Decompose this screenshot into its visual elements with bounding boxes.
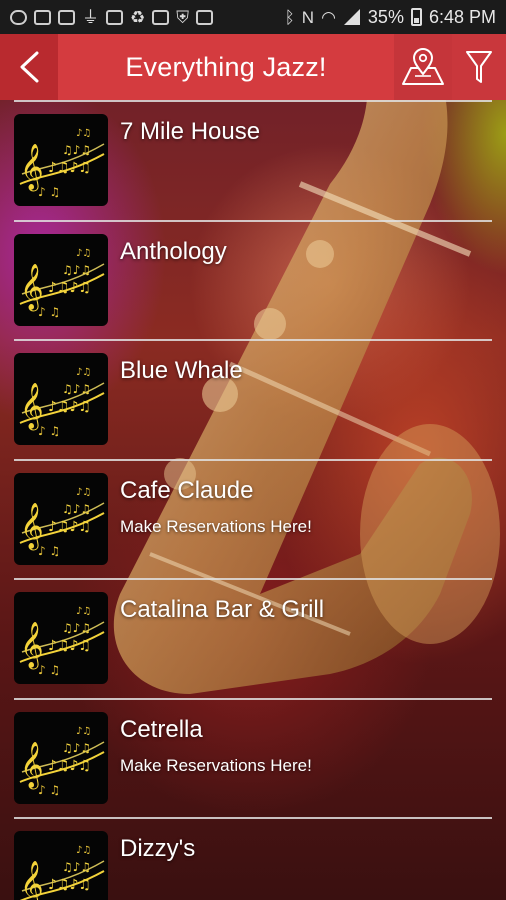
list-item[interactable]: 𝄞 ♪♫♪♫ ♫♪♫ ♪♫ ♪ ♫ 7 Mile House	[14, 100, 492, 220]
map-button[interactable]	[394, 34, 452, 100]
list-item[interactable]: 𝄞 ♪♫♪♫ ♫♪♫ ♪♫ ♪ ♫ Dizzy's	[14, 817, 492, 900]
nfc-icon: N	[301, 7, 315, 27]
svg-text:♪♫♪♫: ♪♫♪♫	[48, 877, 91, 893]
cast-icon	[58, 9, 75, 25]
svg-text:♪♫♪♫: ♪♫♪♫	[48, 519, 91, 535]
svg-text:♪♫♪♫: ♪♫♪♫	[48, 399, 91, 415]
venue-name: 7 Mile House	[120, 118, 261, 145]
venue-name: Catalina Bar & Grill	[120, 596, 325, 623]
bluetooth-icon: ᛒ	[284, 7, 295, 27]
wifi-icon: ◠	[321, 7, 336, 27]
svg-text:♫♪♫: ♫♪♫	[62, 502, 91, 516]
svg-text:♫♪♫: ♫♪♫	[62, 382, 91, 396]
list-item[interactable]: 𝄞 ♪♫♪♫ ♫♪♫ ♪♫ ♪ ♫ Blue Whale	[14, 339, 492, 459]
notification-icons: ⏚ ♻ ⛨	[10, 9, 213, 26]
usb-icon: ⏚	[82, 7, 99, 27]
signal-icon	[343, 9, 360, 25]
svg-text:♫♪♫: ♫♪♫	[62, 741, 91, 755]
music-notes-icon: 𝄞 ♪♫♪♫ ♫♪♫ ♪♫ ♪ ♫	[14, 114, 108, 206]
mail-icon	[152, 9, 170, 25]
music-notes-icon: 𝄞 ♪♫♪♫ ♫♪♫ ♪♫ ♪ ♫	[14, 711, 108, 804]
image-icon	[106, 9, 123, 25]
filter-icon	[466, 51, 492, 83]
venue-name: Cafe Claude	[120, 476, 254, 504]
page-title: Everything Jazz!	[125, 51, 327, 82]
music-notes-icon: 𝄞 ♪♫♪♫ ♫♪♫ ♪♫ ♪ ♫	[14, 233, 108, 326]
venue-name: Blue Whale	[120, 357, 243, 384]
svg-text:♪♫: ♪♫	[76, 367, 91, 378]
music-notes-icon: 𝄞 ♪♫♪♫ ♫♪♫ ♪♫ ♪ ♫	[14, 472, 108, 565]
svg-text:♪ ♫: ♪ ♫	[38, 305, 60, 319]
list-item[interactable]: 𝄞 ♪♫♪♫ ♫♪♫ ♪♫ ♪ ♫ Cetrella Make Reservat…	[14, 697, 492, 818]
mail-icon	[196, 9, 213, 25]
recycle-icon: ♻	[130, 7, 146, 27]
svg-text:♪ ♫: ♪ ♫	[38, 544, 60, 558]
status-bar: ⏚ ♻ ⛨ ᛒ N ◠ 35% 6:48 PM	[0, 0, 506, 34]
svg-text:♪ ♫: ♪ ♫	[38, 424, 60, 438]
venue-name: Anthology	[120, 237, 227, 265]
svg-text:♪ ♫: ♪ ♫	[38, 663, 60, 677]
venue-name: Cetrella	[120, 715, 203, 743]
svg-text:♪♫: ♪♫	[76, 606, 91, 617]
battery-icon	[410, 8, 422, 26]
filter-button[interactable]	[452, 34, 506, 100]
app-bar: Everything Jazz!	[0, 34, 506, 100]
cast-icon	[34, 9, 51, 25]
svg-text:♪♫♪♫: ♪♫♪♫	[48, 638, 91, 654]
list-item[interactable]: 𝄞 ♪♫♪♫ ♫♪♫ ♪♫ ♪ ♫ Anthology	[14, 219, 492, 340]
svg-text:♪ ♫: ♪ ♫	[38, 783, 60, 797]
svg-text:♫♪♫: ♫♪♫	[62, 621, 91, 635]
venue-list: 𝄞 ♪♫♪♫ ♫♪♫ ♪♫ ♪ ♫ 7 Mile House 𝄞 ♪♫♪♫ ♫♪…	[0, 100, 506, 900]
reservation-link[interactable]: Make Reservations Here!	[120, 756, 312, 776]
clock: 6:48 PM	[428, 6, 496, 27]
svg-text:♪♫♪♫: ♪♫♪♫	[48, 280, 91, 296]
svg-text:𝄞: 𝄞	[20, 861, 44, 900]
svg-text:♪♫: ♪♫	[76, 845, 91, 856]
shield-icon: ⛨	[176, 7, 189, 27]
music-notes-icon: 𝄞 ♪♫♪♫ ♫♪♫ ♪♫ ♪ ♫	[14, 831, 108, 900]
system-icons: ᛒ N ◠ 35% 6:48 PM	[285, 7, 496, 28]
back-button[interactable]	[0, 34, 58, 100]
svg-text:♪♫♪♫: ♪♫♪♫	[48, 160, 91, 176]
svg-text:♪ ♫: ♪ ♫	[38, 185, 60, 199]
message-icon	[10, 9, 27, 25]
music-notes-icon: 𝄞 ♪♫♪♫ ♫♪♫ ♪♫ ♪ ♫	[14, 592, 108, 684]
list-item[interactable]: 𝄞 ♪♫♪♫ ♫♪♫ ♪♫ ♪ ♫ Cafe Claude Make Reser…	[14, 458, 492, 579]
music-notes-icon: 𝄞 ♪♫♪♫ ♫♪♫ ♪♫ ♪ ♫	[14, 353, 108, 445]
chevron-left-icon	[20, 51, 39, 83]
svg-text:♫♪♫: ♫♪♫	[62, 860, 91, 874]
title-area: Everything Jazz!	[58, 34, 394, 100]
list-item[interactable]: 𝄞 ♪♫♪♫ ♫♪♫ ♪♫ ♪ ♫ Catalina Bar & Grill	[14, 578, 492, 698]
reservation-link[interactable]: Make Reservations Here!	[120, 517, 312, 537]
svg-text:♪♫♪♫: ♪♫♪♫	[48, 758, 91, 774]
svg-text:♪♫: ♪♫	[76, 487, 91, 498]
venue-name: Dizzy's	[120, 835, 196, 862]
svg-text:♪♫: ♪♫	[76, 128, 91, 139]
svg-text:♫♪♫: ♫♪♫	[62, 143, 91, 157]
map-pin-icon	[402, 48, 444, 85]
battery-percent: 35%	[367, 6, 404, 27]
svg-text:♪♫: ♪♫	[76, 726, 91, 737]
svg-text:♪♫: ♪♫	[76, 248, 91, 259]
svg-text:♫♪♫: ♫♪♫	[62, 263, 91, 277]
